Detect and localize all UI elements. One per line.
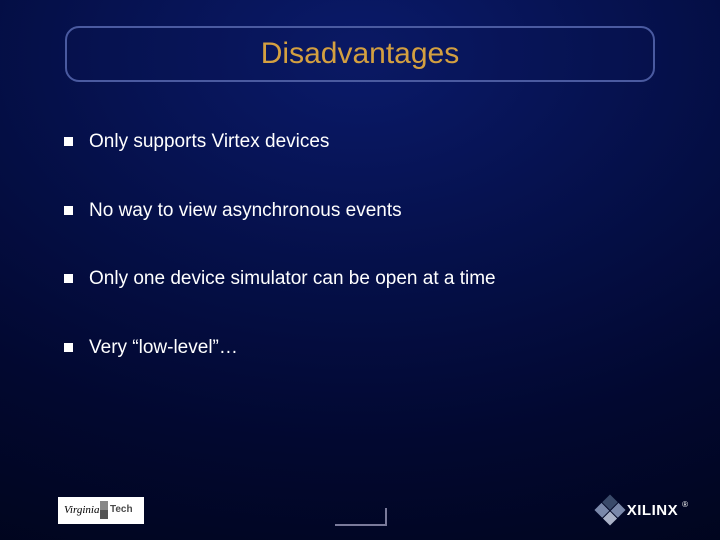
list-item: Very “low-level”… (64, 336, 644, 361)
bullet-icon (64, 137, 73, 146)
footer: Virginia Tech XILINX ® (0, 494, 720, 540)
title-box: Disadvantages (65, 26, 655, 82)
bullet-text: Only one device simulator can be open at… (89, 267, 496, 292)
bullet-text: Only supports Virtex devices (89, 130, 329, 155)
virginia-tech-logo: Virginia Tech (58, 497, 144, 524)
list-item: No way to view asynchronous events (64, 199, 644, 224)
logo-left-line1: Virginia (64, 505, 99, 516)
bullet-text: Very “low-level”… (89, 336, 238, 361)
slide: Disadvantages Only supports Virtex devic… (0, 0, 720, 540)
bullet-icon (64, 274, 73, 283)
list-item: Only supports Virtex devices (64, 130, 644, 155)
xilinx-brand-text: XILINX (627, 502, 678, 519)
bullet-icon (64, 343, 73, 352)
bullet-list: Only supports Virtex devices No way to v… (64, 130, 644, 405)
shield-icon (100, 501, 108, 519)
xilinx-diamond-icon (594, 494, 625, 525)
registered-mark: ® (682, 500, 688, 509)
xilinx-logo: XILINX ® (599, 499, 688, 521)
bullet-text: No way to view asynchronous events (89, 199, 402, 224)
slide-title: Disadvantages (261, 37, 459, 71)
logo-left-line2: Tech (110, 505, 133, 515)
bullet-icon (64, 206, 73, 215)
list-item: Only one device simulator can be open at… (64, 267, 644, 292)
